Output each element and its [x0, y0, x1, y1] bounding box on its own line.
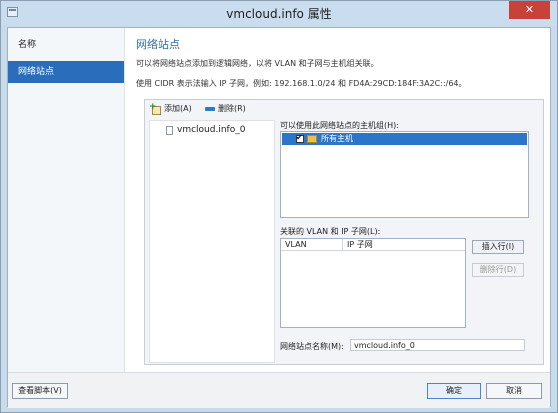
- add-button[interactable]: 添加(A): [149, 100, 192, 116]
- folder-icon: [307, 135, 317, 143]
- site-name-input[interactable]: vmcloud.info_0: [350, 339, 525, 351]
- network-sites-panel: 添加(A) 删除(R) vmcloud.info_0 可以使用此网络站点的主机组…: [144, 99, 544, 365]
- remove-button-label: 删除(R): [218, 104, 246, 113]
- insert-row-button[interactable]: 插入行(I): [472, 240, 524, 254]
- sidebar: 名称 网络站点: [8, 28, 125, 372]
- site-name-label: 网络站点名称(M):: [280, 342, 344, 351]
- host-group-item[interactable]: 所有主机: [282, 132, 527, 145]
- site-details: 可以使用此网络站点的主机组(H): 所有主机 关联的 VLAN 和 IP 子网(…: [279, 120, 541, 361]
- delete-row-button[interactable]: 删除行(D): [472, 263, 524, 277]
- close-button[interactable]: ✕: [509, 1, 550, 19]
- site-item-label: vmcloud.info_0: [177, 125, 246, 135]
- list-item[interactable]: vmcloud.info_0: [166, 125, 245, 135]
- column-header-vlan[interactable]: VLAN: [281, 239, 343, 251]
- host-group-checkbox[interactable]: [296, 132, 304, 144]
- page-title: 网络站点: [136, 38, 180, 51]
- description-line-2: 使用 CIDR 表示法输入 IP 子网，例如: 192.168.1.0/24 和…: [136, 79, 467, 88]
- vlan-subnet-table[interactable]: VLAN IP 子网: [280, 238, 466, 328]
- sidebar-item-name[interactable]: 名称: [8, 34, 124, 56]
- properties-window: vmcloud.info 属性 ✕ 名称 网络站点 网络站点 可以将网络站点添加…: [0, 0, 558, 413]
- sidebar-item-network-sites[interactable]: 网络站点: [8, 61, 124, 83]
- window-title: vmcloud.info 属性: [226, 7, 332, 21]
- add-button-label: 添加(A): [164, 104, 192, 113]
- view-script-button[interactable]: 查看脚本(V): [12, 383, 68, 399]
- host-group-label: 所有主机: [321, 134, 353, 143]
- cancel-button[interactable]: 取消: [486, 383, 542, 399]
- column-header-ip-subnet[interactable]: IP 子网: [343, 239, 465, 251]
- remove-icon: [205, 107, 215, 111]
- title-bar[interactable]: vmcloud.info 属性 ✕: [1, 1, 557, 25]
- host-groups-list[interactable]: 所有主机: [280, 131, 529, 218]
- subnets-label: 关联的 VLAN 和 IP 子网(L):: [280, 227, 381, 236]
- network-sites-list[interactable]: vmcloud.info_0: [149, 120, 275, 363]
- site-icon: [166, 125, 173, 135]
- description-line-1: 可以将网络站点添加到逻辑网络，以将 VLAN 和子网与主机组关联。: [136, 59, 379, 68]
- footer: 查看脚本(V) 确定 取消: [8, 372, 550, 408]
- host-groups-label: 可以使用此网络站点的主机组(H):: [280, 121, 399, 130]
- remove-button[interactable]: 删除(R): [205, 102, 246, 116]
- ok-button[interactable]: 确定: [427, 383, 481, 399]
- client-area: 名称 网络站点 网络站点 可以将网络站点添加到逻辑网络，以将 VLAN 和子网与…: [7, 27, 551, 408]
- add-icon: [149, 100, 161, 115]
